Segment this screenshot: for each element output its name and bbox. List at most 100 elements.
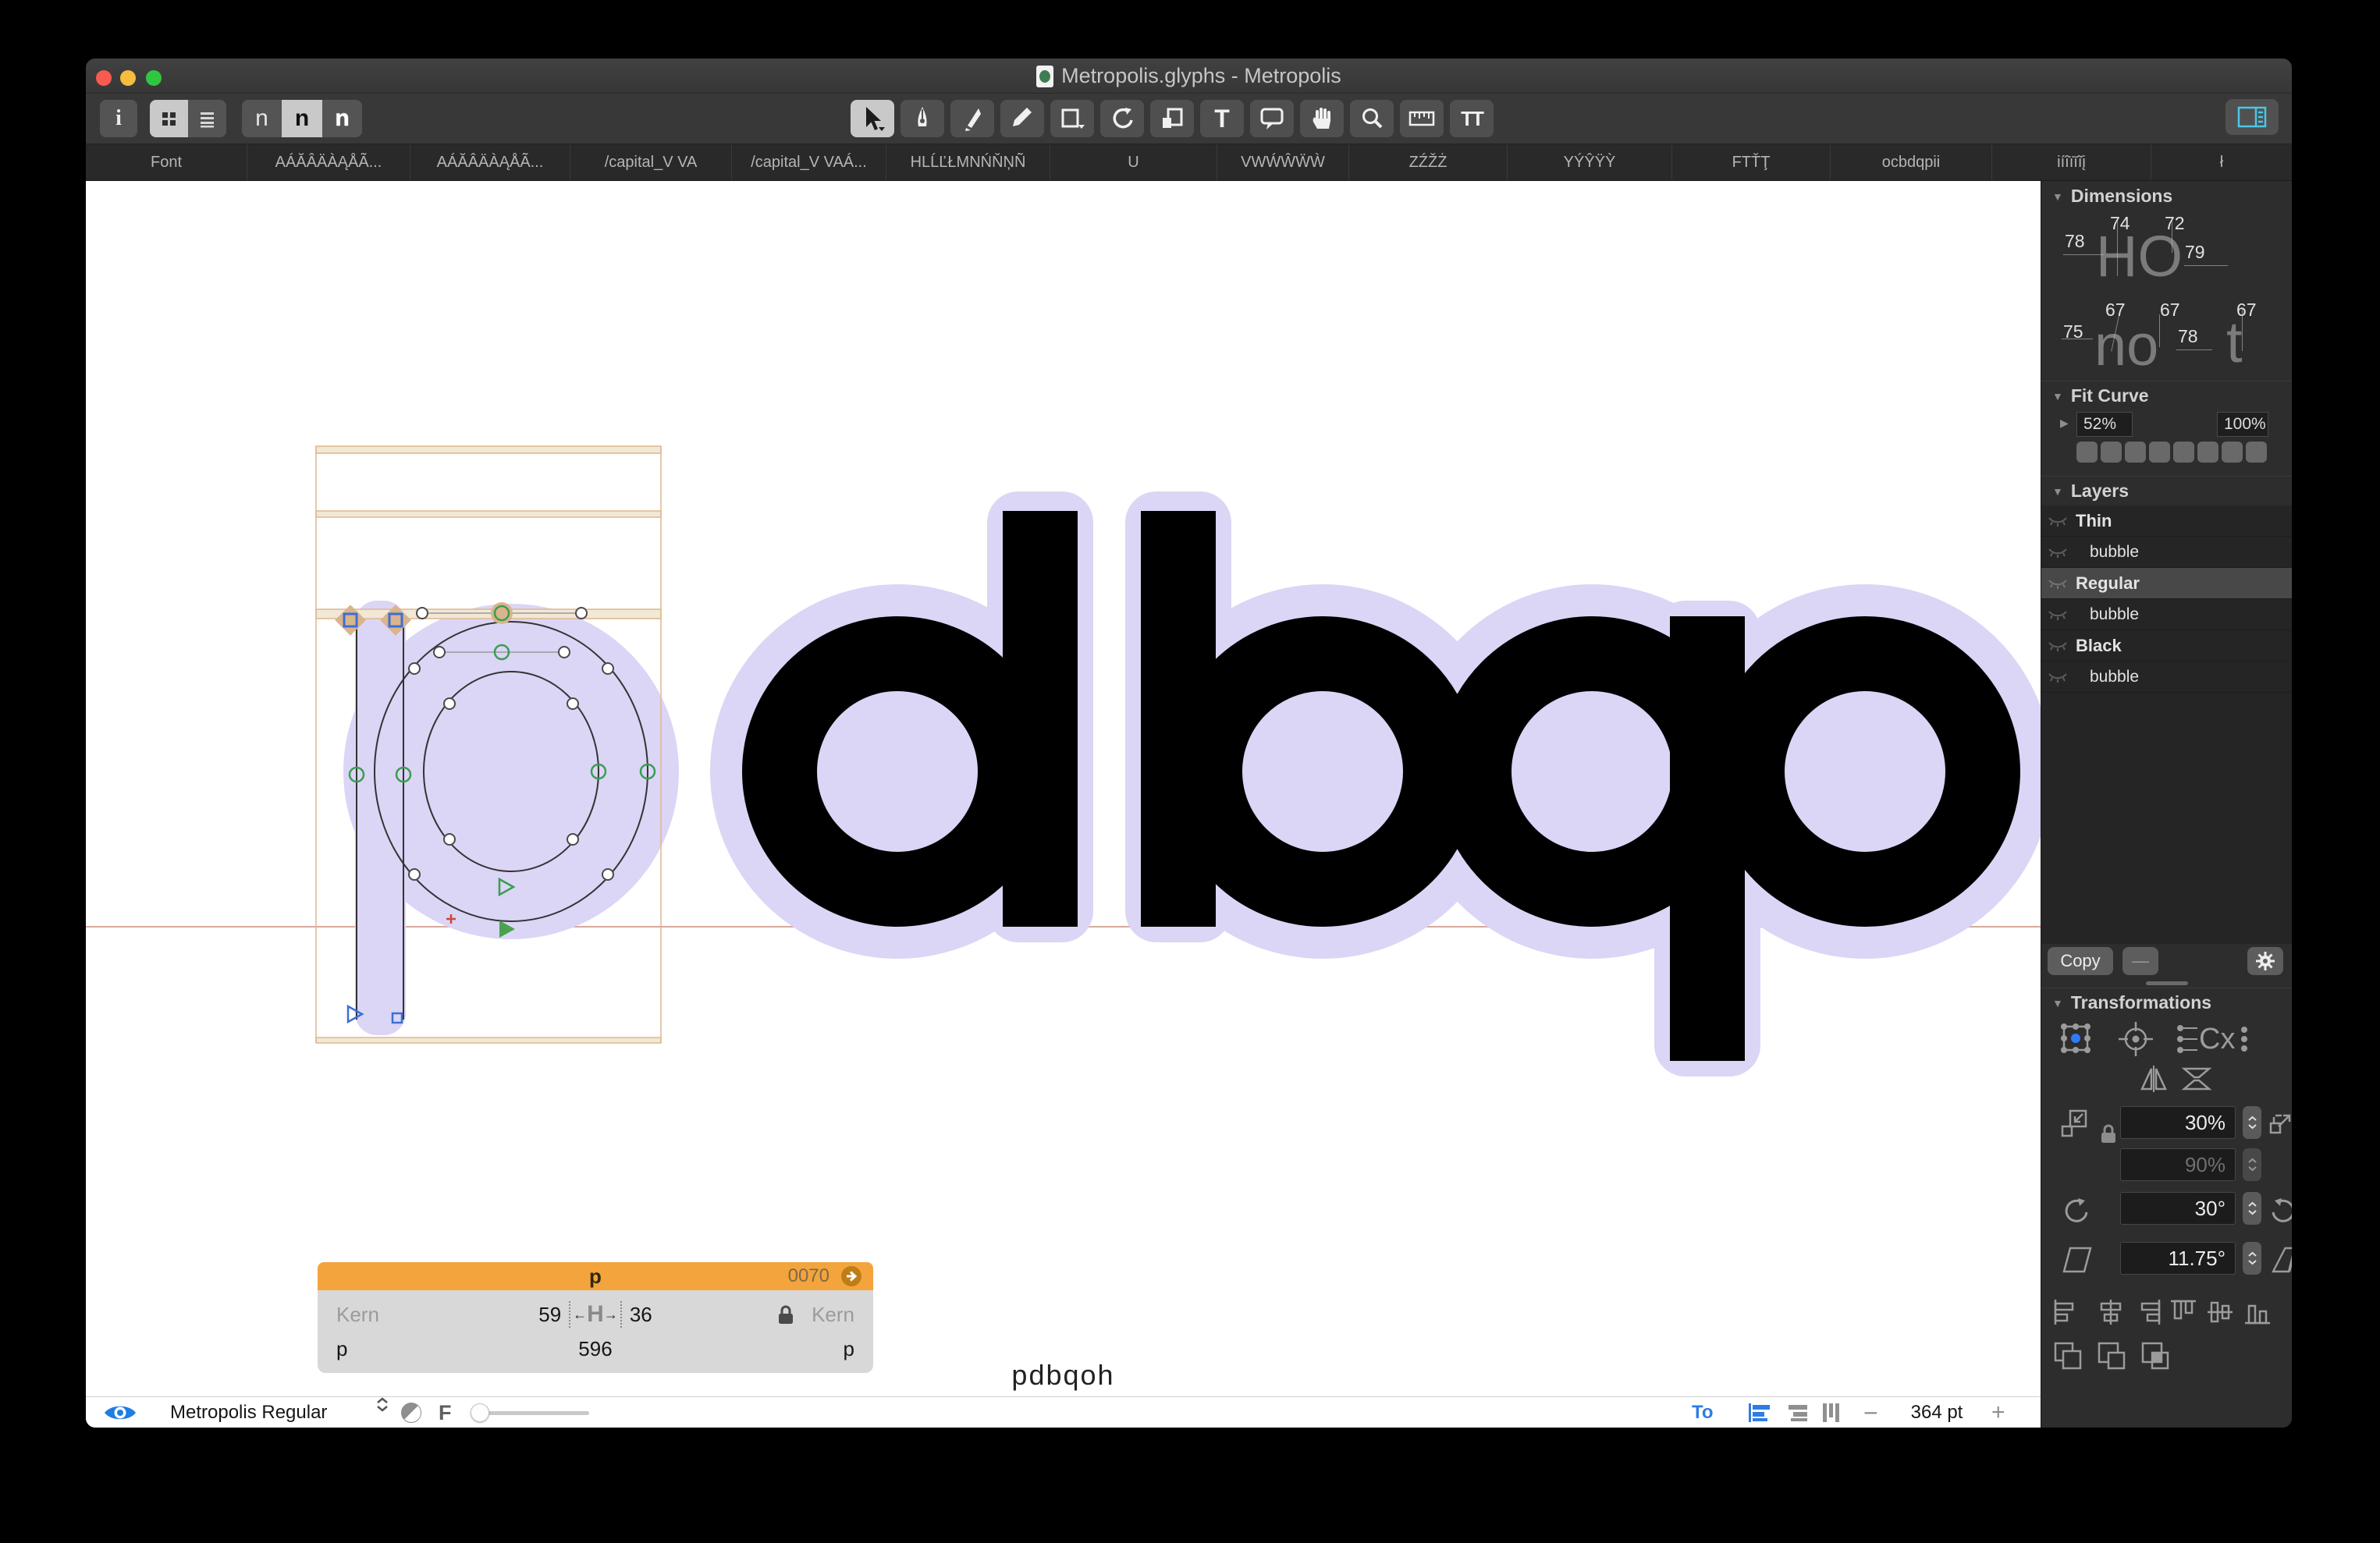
tab-i-group[interactable]: iíîïīĩį	[1992, 144, 2151, 180]
fit-curve-step-8[interactable]	[2246, 442, 2267, 463]
primitives-tool[interactable]	[1050, 100, 1094, 137]
flip-horizontal-icon[interactable]	[2137, 1062, 2170, 1095]
tab-capital-v-2[interactable]: /capital_V VAÁ...	[732, 144, 886, 180]
measure-tool[interactable]	[1400, 100, 1444, 137]
slant-field[interactable]: 11.75°	[2120, 1242, 2236, 1275]
tab-u[interactable]: U	[1050, 144, 1217, 180]
layer-row-black[interactable]: Black	[2041, 630, 2292, 662]
scale-up-icon[interactable]	[2268, 1109, 2292, 1137]
copy-layer-button[interactable]: Copy	[2048, 947, 2113, 975]
text-tool[interactable]: T	[1200, 100, 1244, 137]
fit-curve-expand-icon[interactable]: ▶	[2060, 417, 2069, 430]
tab-font[interactable]: Font	[86, 144, 247, 180]
lock-icon[interactable]	[776, 1304, 795, 1332]
align-right-icon[interactable]	[1784, 1397, 1810, 1428]
layers-section-header[interactable]: ▼ Layers	[2041, 481, 2292, 502]
disclosure-triangle-icon[interactable]: ▼	[2052, 390, 2063, 403]
black-weight-preview[interactable]: n	[322, 100, 362, 137]
thin-weight-preview[interactable]: n	[242, 100, 282, 137]
layer-visibility-eye-icon[interactable]	[2048, 608, 2068, 626]
proportional-lock-icon[interactable]	[2099, 1123, 2118, 1145]
fit-curve-max-field[interactable]: 100%	[2217, 412, 2268, 437]
instance-selector[interactable]: Metropolis Regular	[170, 1397, 327, 1428]
layer-row-bubble-1[interactable]: bubble	[2041, 537, 2292, 568]
layer-visibility-eye-icon[interactable]	[2048, 545, 2068, 563]
preview-size-slider[interactable]	[472, 1397, 597, 1428]
rotate-tool[interactable]	[1100, 100, 1144, 137]
slider-knob[interactable]	[471, 1403, 489, 1422]
align-top-edges-icon[interactable]	[2168, 1296, 2199, 1328]
fit-curve-section-header[interactable]: ▼ Fit Curve	[2041, 385, 2292, 406]
dimensions-section-header[interactable]: ▼ Dimensions	[2041, 186, 2292, 207]
layer-settings-gear-icon[interactable]	[2247, 947, 2283, 975]
layer-visibility-eye-icon[interactable]	[2048, 639, 2068, 657]
fit-curve-step-3[interactable]	[2125, 442, 2146, 463]
scale-y-field-disabled[interactable]: 90%	[2120, 1148, 2236, 1181]
tab-ocbdqpii[interactable]: ocbdqpii	[1831, 144, 1992, 180]
flip-vertical-icon[interactable]	[2179, 1062, 2214, 1095]
vertical-text-icon[interactable]	[1820, 1397, 1843, 1428]
transform-target-icon[interactable]	[2117, 1020, 2154, 1058]
hand-tool[interactable]	[1300, 100, 1344, 137]
fit-curve-step-1[interactable]	[2076, 442, 2098, 463]
tab-a-diacritics-2[interactable]: AÁĂÂÄÀĄÅÃ...	[410, 144, 570, 180]
layer-row-bubble-3[interactable]: bubble	[2041, 662, 2292, 693]
zoom-tool[interactable]	[1350, 100, 1394, 137]
align-center-horizontal-icon[interactable]	[2095, 1296, 2126, 1328]
zoom-level-value[interactable]: 364 pt	[1902, 1397, 1972, 1428]
list-view-icon[interactable]	[188, 100, 226, 137]
preview-eye-icon[interactable]	[103, 1397, 137, 1428]
grid-view-icon[interactable]	[150, 100, 188, 137]
knife-tool[interactable]	[950, 100, 994, 137]
transform-background-cx-icon[interactable]: Cx	[2176, 1022, 2250, 1056]
align-left-icon[interactable]	[1746, 1397, 1773, 1428]
scale-x-field[interactable]: 30%	[2120, 1106, 2236, 1139]
select-tool[interactable]	[851, 100, 894, 137]
tab-y-group[interactable]: YÝŶŸỲ	[1508, 144, 1672, 180]
kern-right-label[interactable]: Kern	[812, 1303, 854, 1327]
fit-curve-step-7[interactable]	[2222, 442, 2243, 463]
transform-origin-selector-icon[interactable]	[2058, 1020, 2094, 1056]
unicode-arrow-badge[interactable]	[840, 1265, 862, 1291]
right-sidebearing-value[interactable]: 36	[630, 1303, 652, 1327]
layer-row-bubble-2[interactable]: bubble	[2041, 599, 2292, 630]
remove-layer-button[interactable]: —	[2122, 947, 2158, 975]
blur-preview-icon[interactable]	[401, 1397, 421, 1428]
disclosure-triangle-icon[interactable]: ▼	[2052, 190, 2063, 203]
scale-x-stepper[interactable]	[2243, 1106, 2261, 1139]
transformations-section-header[interactable]: ▼ Transformations	[2041, 992, 2292, 1013]
align-center-vertical-icon[interactable]	[2204, 1296, 2236, 1328]
align-bottom-edges-icon[interactable]	[2242, 1296, 2273, 1328]
toggle-sidebar-button[interactable]	[2225, 99, 2279, 135]
zoom-out-button[interactable]: −	[1863, 1397, 1878, 1428]
disclosure-triangle-icon[interactable]: ▼	[2052, 485, 2063, 498]
plate-cutter-tool[interactable]	[1150, 100, 1194, 137]
layer-row-regular-selected[interactable]: Regular	[2041, 568, 2292, 599]
glyph-edit-canvas[interactable]: pdbqoh p 0070 Kern 59 ←H→ 36 K	[86, 181, 2041, 1396]
layer-visibility-eye-icon[interactable]	[2048, 514, 2068, 532]
kerning-tool[interactable]: TT	[1450, 100, 1494, 137]
zoom-in-button[interactable]: +	[1991, 1397, 2005, 1428]
tab-a-diacritics-1[interactable]: AÁĂÂÄÀĄÅÃ...	[247, 144, 410, 180]
rotate-ccw-icon[interactable]	[2061, 1195, 2092, 1226]
tab-z-group[interactable]: ZŹŽŻ	[1349, 144, 1508, 180]
intersect-paths-icon[interactable]	[2138, 1339, 2172, 1373]
tab-ft-group[interactable]: FTŤŢ	[1672, 144, 1831, 180]
glyph-width-value[interactable]: 596	[318, 1337, 873, 1361]
flipped-preview-icon[interactable]: F	[439, 1397, 452, 1428]
layer-visibility-eye-icon[interactable]	[2048, 576, 2068, 594]
font-info-button[interactable]: i	[100, 100, 137, 137]
rotate-stepper[interactable]	[2243, 1192, 2261, 1225]
chevron-updown-icon[interactable]	[376, 1397, 389, 1428]
layer-row-thin[interactable]: Thin	[2041, 505, 2292, 537]
rotate-cw-icon[interactable]	[2268, 1195, 2292, 1226]
disclosure-triangle-icon[interactable]: ▼	[2052, 997, 2063, 1009]
annotation-tool[interactable]	[1250, 100, 1294, 137]
slant-left-icon[interactable]	[2061, 1243, 2094, 1276]
fit-curve-min-field[interactable]: 52%	[2076, 412, 2133, 437]
fit-curve-step-2[interactable]	[2101, 442, 2122, 463]
left-sidebearing-value[interactable]: 59	[538, 1303, 561, 1327]
fit-curve-step-4[interactable]	[2149, 442, 2170, 463]
glyph-info-header[interactable]: p 0070	[318, 1262, 873, 1290]
features-icon[interactable]: To	[1692, 1397, 1714, 1428]
